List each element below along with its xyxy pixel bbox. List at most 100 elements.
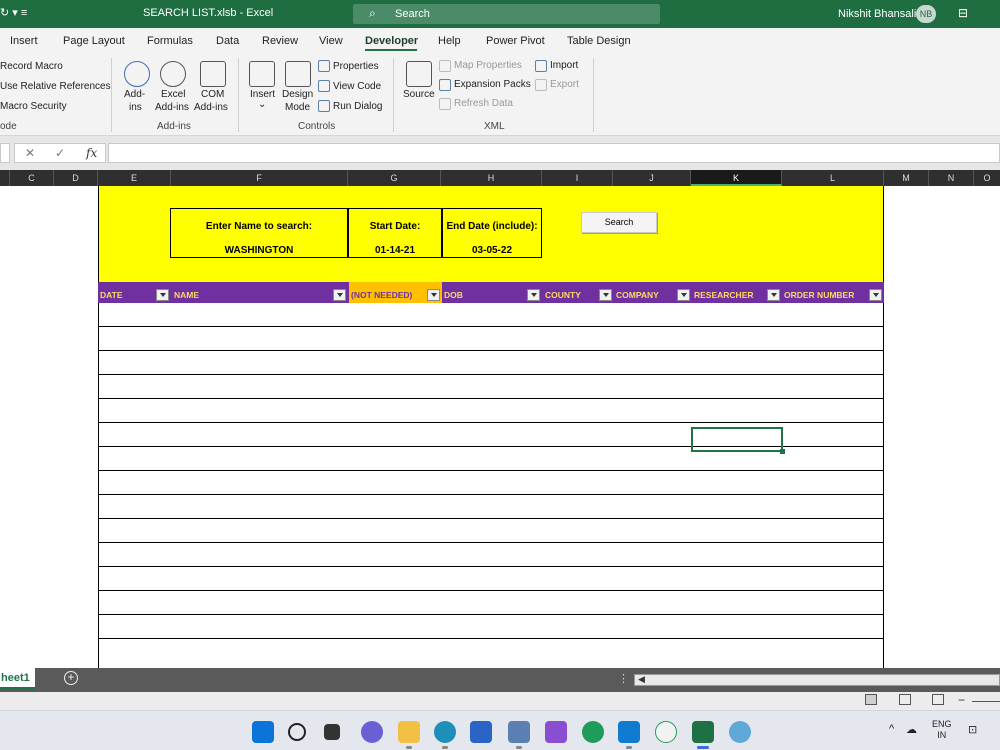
column-header-i[interactable]: I	[542, 170, 613, 186]
filter-dropdown-icon[interactable]	[427, 289, 440, 301]
excel-icon[interactable]	[692, 721, 714, 743]
gear-icon[interactable]	[160, 61, 186, 87]
table-row[interactable]	[98, 351, 884, 375]
table-row[interactable]	[98, 327, 884, 351]
column-header-c[interactable]: C	[10, 170, 54, 186]
store-icon[interactable]	[470, 721, 492, 743]
tab-insert[interactable]: Insert	[10, 35, 38, 47]
column-header-o[interactable]: O	[974, 170, 1000, 186]
table-row[interactable]	[98, 615, 884, 639]
column-header-k[interactable]: K	[691, 170, 782, 186]
filter-dropdown-icon[interactable]	[527, 289, 540, 301]
toolbox-icon[interactable]	[249, 61, 275, 87]
design-mode-label-1[interactable]: Design	[282, 89, 313, 100]
filter-dropdown-icon[interactable]	[869, 289, 882, 301]
page-layout-view-icon[interactable]	[899, 694, 911, 705]
design-mode-label-2[interactable]: Mode	[285, 102, 310, 113]
column-header-m[interactable]: M	[884, 170, 929, 186]
expansion-packs-button[interactable]: Expansion Packs	[454, 79, 531, 90]
macro-security-button[interactable]: Macro Security	[0, 101, 67, 112]
relative-references-button[interactable]: Use Relative References	[0, 81, 111, 92]
end-date-box[interactable]: End Date (include): 03-05-22	[442, 208, 542, 258]
table-row[interactable]	[98, 471, 884, 495]
table-row[interactable]	[98, 567, 884, 591]
app-icon[interactable]	[655, 721, 677, 743]
remote-desktop-icon[interactable]	[508, 721, 530, 743]
column-header-d[interactable]: D	[54, 170, 98, 186]
expansion-packs-icon[interactable]	[439, 79, 451, 91]
table-row[interactable]	[98, 399, 884, 423]
edge-browser-icon[interactable]	[434, 721, 456, 743]
design-mode-icon[interactable]	[285, 61, 311, 87]
file-explorer-icon[interactable]	[398, 721, 420, 743]
tab-review[interactable]: Review	[262, 35, 298, 47]
filter-dropdown-icon[interactable]	[333, 289, 346, 301]
horizontal-scrollbar[interactable]: ◀	[634, 674, 1000, 686]
column-header-f[interactable]: F	[171, 170, 348, 186]
column-header-e[interactable]: E	[98, 170, 171, 186]
excel-add-ins-label-1[interactable]: Excel	[161, 89, 185, 100]
com-add-ins-icon[interactable]	[200, 61, 226, 87]
column-header-g[interactable]: G	[348, 170, 441, 186]
column-header-j[interactable]: J	[613, 170, 691, 186]
table-row[interactable]	[98, 591, 884, 615]
formula-input[interactable]	[108, 143, 1000, 163]
run-dialog-button[interactable]: Run Dialog	[333, 101, 382, 112]
app-icon[interactable]	[729, 721, 751, 743]
import-icon[interactable]	[535, 60, 547, 72]
start-date-box[interactable]: Start Date: 01-14-21	[348, 208, 442, 258]
tab-power-pivot[interactable]: Power Pivot	[486, 35, 545, 47]
worksheet-grid[interactable]: Enter Name to search: WASHINGTON Start D…	[0, 186, 1000, 668]
avatar[interactable]: NB	[916, 5, 936, 23]
tab-data[interactable]: Data	[216, 35, 239, 47]
search-button[interactable]: Search	[581, 212, 657, 233]
filter-dropdown-icon[interactable]	[767, 289, 780, 301]
view-code-icon[interactable]	[318, 80, 330, 92]
column-header-h[interactable]: H	[441, 170, 542, 186]
table-row[interactable]	[98, 495, 884, 519]
xml-source-icon[interactable]	[406, 61, 432, 87]
ribbon-display-options-icon[interactable]: ⊟	[958, 6, 968, 20]
visual-studio-icon[interactable]	[545, 721, 567, 743]
table-row[interactable]	[98, 543, 884, 567]
network-icon[interactable]: ⊡	[968, 723, 977, 736]
name-search-box[interactable]: Enter Name to search: WASHINGTON	[170, 208, 348, 258]
add-sheet-icon[interactable]: +	[64, 671, 78, 685]
selected-cell[interactable]	[691, 427, 785, 454]
sheet-tab[interactable]: heet1	[0, 668, 35, 690]
normal-view-icon[interactable]	[865, 694, 877, 705]
search-icon[interactable]	[288, 723, 306, 741]
scroll-left-icon[interactable]: ◀	[638, 674, 645, 685]
add-ins-icon[interactable]	[124, 61, 150, 87]
start-date-value[interactable]: 01-14-21	[349, 245, 441, 256]
add-ins-label-2[interactable]: ins	[129, 102, 142, 113]
vscode-icon[interactable]	[618, 721, 640, 743]
tab-view[interactable]: View	[319, 35, 343, 47]
table-row[interactable]	[98, 519, 884, 543]
import-button[interactable]: Import	[550, 60, 578, 71]
windows-start-icon[interactable]	[252, 721, 274, 743]
column-header-b[interactable]	[0, 170, 10, 186]
com-add-ins-label-2[interactable]: Add-ins	[194, 102, 228, 113]
tab-page-layout[interactable]: Page Layout	[63, 35, 125, 47]
record-macro-button[interactable]: Record Macro	[0, 61, 63, 72]
user-name[interactable]: Nikshit Bhansali	[838, 8, 916, 20]
add-ins-label-1[interactable]: Add-	[124, 89, 145, 100]
column-header-n[interactable]: N	[929, 170, 974, 186]
task-view-icon[interactable]	[324, 724, 340, 740]
tab-table-design[interactable]: Table Design	[567, 35, 631, 47]
column-header-l[interactable]: L	[782, 170, 884, 186]
name-search-value[interactable]: WASHINGTON	[171, 245, 347, 256]
filter-dropdown-icon[interactable]	[156, 289, 169, 301]
properties-button[interactable]: Properties	[333, 61, 379, 72]
weather-icon[interactable]: ☁	[906, 723, 917, 736]
table-row[interactable]	[98, 375, 884, 399]
excel-add-ins-label-2[interactable]: Add-ins	[155, 102, 189, 113]
insert-function-icon[interactable]: fx	[86, 146, 97, 160]
run-dialog-icon[interactable]	[318, 100, 330, 112]
table-row[interactable]	[98, 639, 884, 668]
name-box[interactable]	[0, 143, 10, 163]
language-indicator[interactable]: ENG IN	[932, 719, 952, 741]
filter-dropdown-icon[interactable]	[599, 289, 612, 301]
table-row[interactable]	[98, 303, 884, 327]
